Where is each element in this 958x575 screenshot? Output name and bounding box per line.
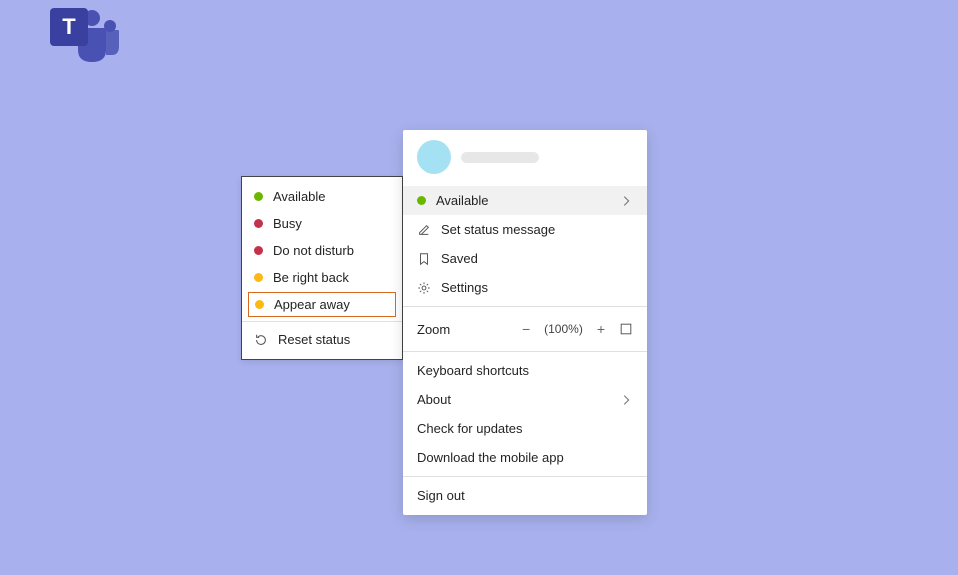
status-dot-available-icon (254, 192, 263, 201)
edit-icon (417, 223, 431, 237)
zoom-in-button[interactable]: + (597, 321, 605, 337)
profile-header (403, 130, 647, 186)
keyboard-shortcuts[interactable]: Keyboard shortcuts (403, 356, 647, 385)
status-option-away[interactable]: Appear away (248, 292, 396, 317)
chevron-right-icon (619, 393, 633, 407)
avatar (417, 140, 451, 174)
status-label: Busy (273, 216, 302, 231)
fullscreen-icon[interactable] (619, 322, 633, 336)
profile-menu: Available Set status message Saved Setti… (403, 130, 647, 515)
status-label: Be right back (273, 270, 349, 285)
menu-label: Check for updates (417, 421, 523, 436)
status-dot-dnd-icon (254, 246, 263, 255)
check-updates[interactable]: Check for updates (403, 414, 647, 443)
status-dot-brb-icon (254, 273, 263, 282)
saved[interactable]: Saved (403, 244, 647, 273)
divider (403, 351, 647, 352)
bookmark-icon (417, 252, 431, 266)
status-label: Do not disturb (273, 243, 354, 258)
settings[interactable]: Settings (403, 273, 647, 302)
divider (242, 321, 402, 322)
zoom-out-button[interactable]: − (522, 321, 530, 337)
status-label: Available (273, 189, 326, 204)
zoom-row: Zoom − (100%) + (403, 311, 647, 347)
status-label: Appear away (274, 297, 350, 312)
zoom-label: Zoom (417, 322, 450, 337)
set-status-message[interactable]: Set status message (403, 215, 647, 244)
zoom-value: (100%) (544, 322, 583, 336)
divider (403, 476, 647, 477)
status-option-busy[interactable]: Busy (242, 210, 402, 237)
status-submenu: Available Busy Do not disturb Be right b… (241, 176, 403, 360)
menu-label: Download the mobile app (417, 450, 564, 465)
status-option-available[interactable]: Available (242, 183, 402, 210)
gear-icon (417, 281, 431, 295)
menu-label: Settings (441, 280, 488, 295)
reset-label: Reset status (278, 332, 350, 347)
status-option-dnd[interactable]: Do not disturb (242, 237, 402, 264)
menu-label: Sign out (417, 488, 465, 503)
menu-label: Keyboard shortcuts (417, 363, 529, 378)
sign-out[interactable]: Sign out (403, 481, 647, 515)
user-name-placeholder (461, 152, 539, 163)
menu-label: Saved (441, 251, 478, 266)
menu-label: About (417, 392, 451, 407)
teams-logo: T (22, 0, 122, 70)
svg-text:T: T (62, 14, 76, 39)
chevron-right-icon (619, 194, 633, 208)
reset-status[interactable]: Reset status (242, 326, 402, 353)
reset-icon (254, 333, 268, 347)
download-mobile-app[interactable]: Download the mobile app (403, 443, 647, 472)
about[interactable]: About (403, 385, 647, 414)
status-row[interactable]: Available (403, 186, 647, 215)
current-status-label: Available (436, 193, 489, 208)
status-dot-available-icon (417, 196, 426, 205)
divider (403, 306, 647, 307)
status-dot-busy-icon (254, 219, 263, 228)
status-option-brb[interactable]: Be right back (242, 264, 402, 291)
menu-label: Set status message (441, 222, 555, 237)
status-dot-away-icon (255, 300, 264, 309)
